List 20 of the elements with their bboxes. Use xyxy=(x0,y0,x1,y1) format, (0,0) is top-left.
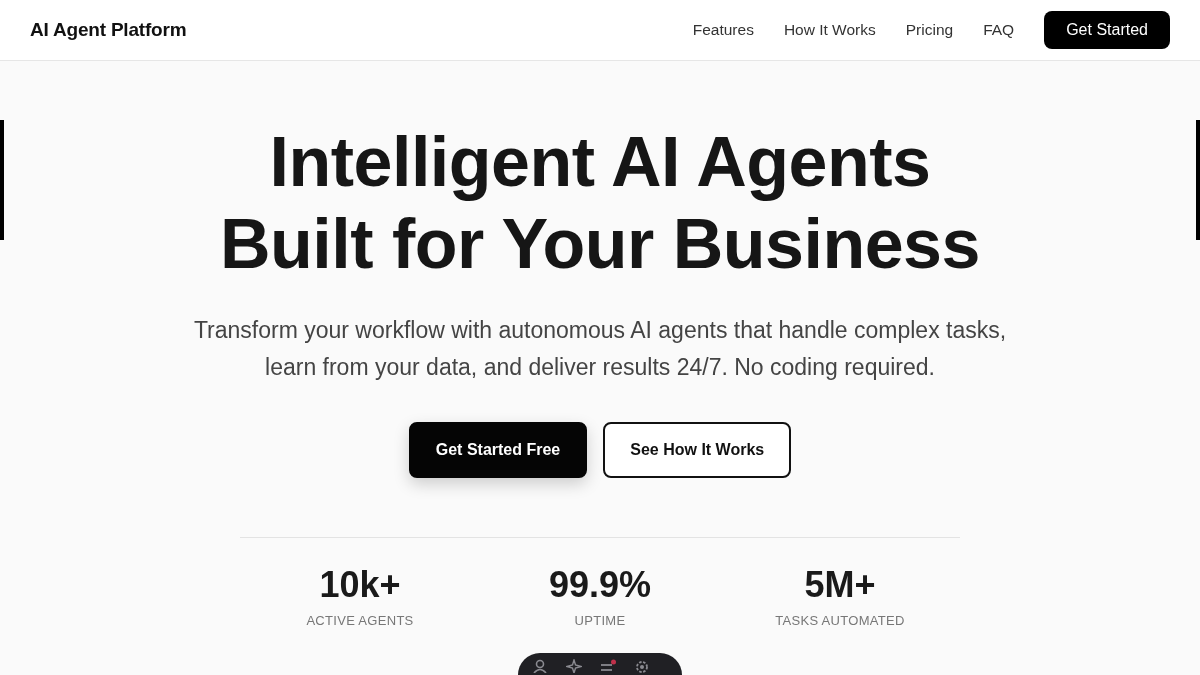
stat-label: TASKS AUTOMATED xyxy=(774,612,906,630)
gear-icon[interactable] xyxy=(634,658,650,673)
get-started-button[interactable]: Get Started xyxy=(1044,11,1170,49)
sparkle-icon[interactable] xyxy=(566,658,582,673)
nav-link[interactable]: FAQ xyxy=(983,18,1015,42)
hero-subtitle: Transform your workflow with autonomous AI agents that handle complex tasks, learn from your data, and deliver results 24/7. No coding required. xyxy=(192,316,1008,382)
nav-link[interactable]: Features xyxy=(692,18,754,42)
stat-label: ACTIVE AGENTS xyxy=(305,612,415,630)
nav-link[interactable]: Pricing xyxy=(905,18,954,42)
stat-value: 10k+ xyxy=(318,564,402,606)
hero-headline: Intelligent AI Agents Built for Your Business xyxy=(220,122,980,285)
nav-link[interactable]: How It Works xyxy=(783,18,876,42)
stat-label: UPTIME xyxy=(573,612,627,630)
person-icon[interactable] xyxy=(532,658,548,673)
brand-name[interactable]: AI Agent Platform xyxy=(30,15,187,45)
see-how-it-works-button[interactable]: See How It Works xyxy=(603,422,792,478)
stat-value: 99.9% xyxy=(547,564,653,606)
get-started-free-button[interactable]: Get Started Free xyxy=(408,422,588,478)
stat-value: 5M+ xyxy=(803,564,877,606)
menu-icon[interactable] xyxy=(600,658,616,673)
